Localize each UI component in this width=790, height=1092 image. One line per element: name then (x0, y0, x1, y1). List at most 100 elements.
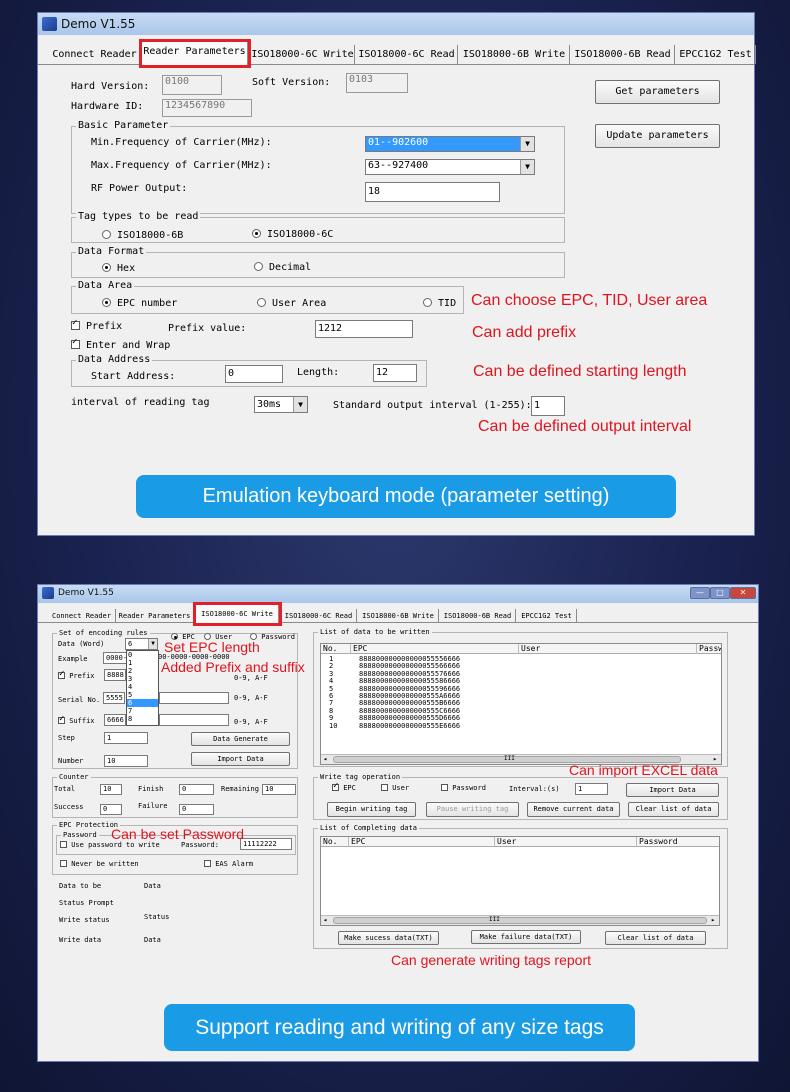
radio-iso6c[interactable]: ISO18000-6C (252, 229, 333, 240)
scroll-left-icon[interactable]: ◂ (323, 755, 327, 763)
chevron-down-icon[interactable]: ▼ (293, 397, 307, 412)
list-to-write-table[interactable]: No. EPC User Password 188880000000000005… (320, 643, 722, 765)
write-interval-field[interactable]: 1 (575, 783, 608, 795)
horizontal-scrollbar[interactable]: ◂ III ▸ (321, 915, 719, 925)
suffix-extended-field[interactable] (159, 714, 229, 726)
begin-writing-button[interactable]: Begin writing tag (327, 802, 416, 817)
radio-decimal[interactable]: Decimal (254, 262, 311, 273)
data-word-dropdown[interactable]: 0 1 2 3 4 5 6 7 8 (126, 650, 159, 726)
column-no[interactable]: No. (321, 837, 349, 847)
write-interval-label: Interval:(s) (509, 785, 560, 793)
dropdown-option[interactable]: 7 (127, 707, 158, 715)
column-epc[interactable]: EPC (349, 837, 495, 847)
dropdown-option[interactable]: 8 (127, 715, 158, 723)
column-password[interactable]: Password (697, 644, 721, 654)
make-failure-button[interactable]: Make failure data(TXT) (471, 930, 581, 944)
import-data-button[interactable]: Import Data (191, 752, 290, 766)
enter-wrap-checkbox[interactable]: Enter and Wrap (71, 337, 170, 351)
write-epc-checkbox[interactable]: EPC (332, 781, 356, 792)
tab-6b-read[interactable]: ISO18000-6B Read (440, 609, 516, 622)
tab-6b-write[interactable]: ISO18000-6B Write (459, 45, 570, 64)
radio-hex[interactable]: Hex (102, 263, 135, 274)
scroll-thumb[interactable]: III (333, 916, 707, 924)
tab-connect-reader[interactable]: Connect Reader (48, 45, 142, 64)
tab-6c-write[interactable]: ISO18000-6C Write (193, 602, 282, 626)
prefix-field[interactable]: 8888 (104, 669, 126, 681)
clear-list-button-2[interactable]: Clear list of data (605, 931, 706, 945)
eas-alarm-checkbox[interactable]: EAS Alarm (204, 860, 253, 868)
bottom-title-bar: Demo V1.55 — □ ✕ (38, 585, 758, 603)
std-output-field[interactable]: 1 (531, 396, 565, 416)
make-success-button[interactable]: Make sucess data(TXT) (338, 931, 439, 945)
radio-epc-number[interactable]: EPC number (102, 298, 177, 309)
prefix-value-field[interactable]: 1212 (315, 320, 413, 338)
dropdown-option[interactable]: 1 (127, 659, 158, 667)
maximize-icon[interactable]: □ (710, 587, 730, 599)
completing-list-table[interactable]: No. EPC User Password ◂ III ▸ (320, 836, 720, 926)
table-row[interactable]: 10 8888000000000000555E6666 (321, 722, 721, 730)
suffix-field[interactable]: 6666 (104, 714, 126, 726)
tab-6b-write[interactable]: ISO18000-6B Write (358, 609, 439, 622)
write-status-label: Write status (59, 916, 110, 924)
import-data-button-2[interactable]: Import Data (626, 783, 719, 797)
hard-version-field: 0100 (162, 75, 222, 95)
dropdown-option[interactable]: 3 (127, 675, 158, 683)
hex-hint-2: 0-9, A-F (234, 694, 268, 702)
clear-list-button[interactable]: Clear list of data (628, 802, 719, 817)
number-field[interactable]: 10 (104, 755, 148, 767)
data-word-select[interactable]: 6 ▼ (125, 638, 158, 650)
annotation-report: Can generate writing tags report (391, 952, 591, 968)
use-password-checkbox[interactable]: Use password to write (60, 841, 160, 849)
min-freq-select[interactable]: 01--902600 ▼ (365, 136, 535, 152)
column-epc[interactable]: EPC (351, 644, 519, 654)
remove-current-button[interactable]: Remove current data (527, 802, 620, 817)
max-freq-select[interactable]: 63--927400 ▼ (365, 159, 535, 175)
tab-connect-reader[interactable]: Connect Reader (48, 609, 116, 622)
dropdown-option[interactable]: 2 (127, 667, 158, 675)
write-user-checkbox[interactable]: User (381, 784, 409, 792)
dropdown-option[interactable]: 5 (127, 691, 158, 699)
update-parameters-button[interactable]: Update parameters (595, 124, 720, 148)
start-address-field[interactable]: 0 (225, 365, 283, 383)
column-user[interactable]: User (495, 837, 637, 847)
dropdown-option[interactable]: 4 (127, 683, 158, 691)
radio-iso6b[interactable]: ISO18000-6B (102, 230, 183, 241)
serial-extended-field[interactable] (159, 692, 229, 704)
pause-writing-button[interactable]: Pause writing tag (426, 802, 519, 817)
write-password-checkbox[interactable]: Password (441, 784, 486, 792)
tab-6c-read[interactable]: ISO18000-6C Read (356, 45, 458, 64)
dropdown-option-selected[interactable]: 6 (127, 699, 158, 707)
password-field[interactable]: 11112222 (240, 838, 292, 850)
tab-6c-read[interactable]: ISO18000-6C Read (281, 609, 357, 622)
data-generate-button[interactable]: Data Generate (191, 732, 290, 746)
column-password[interactable]: Password (637, 837, 719, 847)
get-parameters-button[interactable]: Get parameters (595, 80, 720, 104)
scroll-left-icon[interactable]: ◂ (323, 916, 327, 924)
tab-6c-write[interactable]: ISO18000-6C Write (251, 45, 355, 64)
close-icon[interactable]: ✕ (730, 587, 756, 599)
serial-field[interactable]: 5555 (103, 692, 125, 704)
prefix-checkbox[interactable]: Prefix (71, 318, 122, 332)
minimize-icon[interactable]: — (690, 587, 710, 599)
tab-epcc1g2-test[interactable]: EPCC1G2 Test (676, 45, 756, 64)
suffix-checkbox[interactable]: Suffix (58, 714, 95, 725)
length-field[interactable]: 12 (373, 364, 417, 382)
reading-interval-select[interactable]: 30ms ▼ (254, 396, 308, 413)
never-written-checkbox[interactable]: Never be written (60, 860, 139, 868)
column-no[interactable]: No. (321, 644, 351, 654)
radio-user-area[interactable]: User Area (257, 298, 326, 309)
tab-reader-parameters[interactable]: Reader Parameters (139, 39, 251, 68)
prefix-checkbox[interactable]: Prefix (58, 669, 95, 680)
chevron-down-icon[interactable]: ▼ (520, 137, 534, 151)
tab-epcc1g2-test[interactable]: EPCC1G2 Test (517, 609, 577, 622)
chevron-down-icon[interactable]: ▼ (520, 160, 534, 174)
column-user[interactable]: User (519, 644, 697, 654)
tab-reader-parameters[interactable]: Reader Parameters (116, 609, 194, 622)
rf-power-field[interactable]: 18 (365, 182, 500, 202)
step-field[interactable]: 1 (104, 732, 148, 744)
scroll-right-icon[interactable]: ▸ (711, 916, 715, 924)
chevron-down-icon[interactable]: ▼ (148, 639, 157, 649)
radio-tid[interactable]: TID (423, 298, 456, 309)
dropdown-option[interactable]: 0 (127, 651, 158, 659)
tab-6b-read[interactable]: ISO18000-6B Read (571, 45, 675, 64)
